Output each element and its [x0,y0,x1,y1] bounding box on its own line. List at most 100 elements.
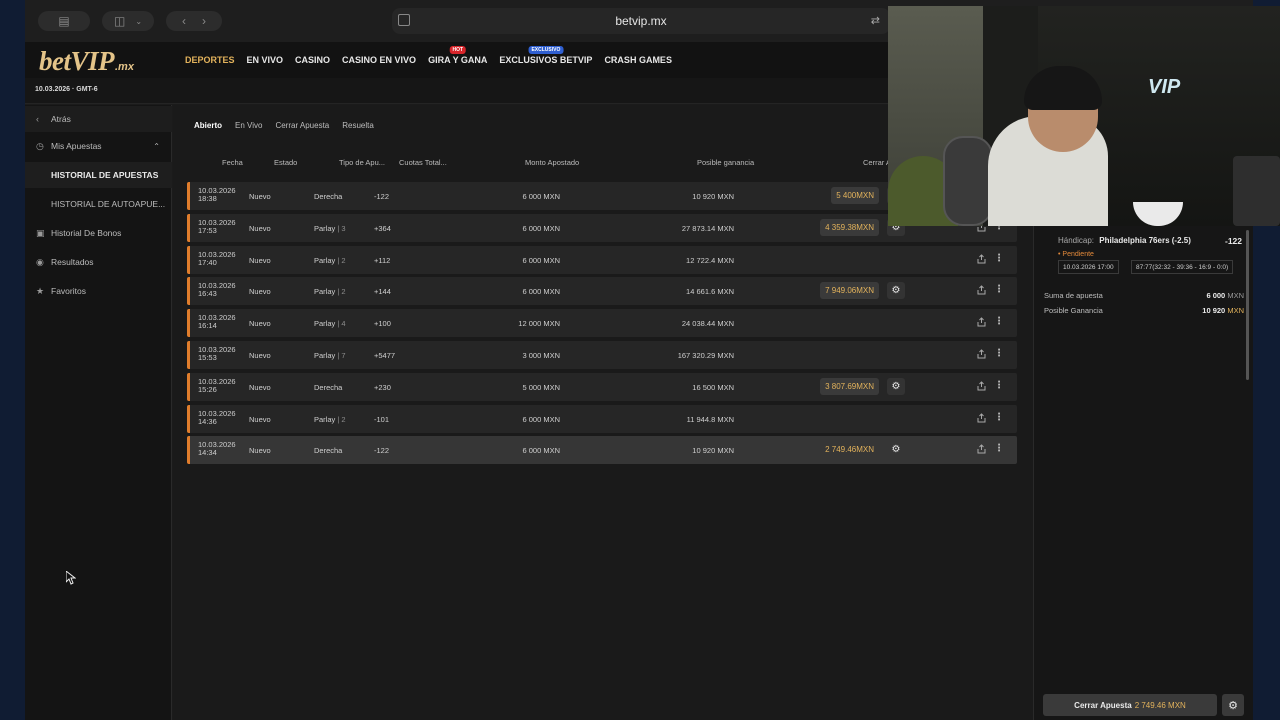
nav-crash-games[interactable]: CRASH GAMES [604,55,672,65]
bet-date: 10.03.2026 16:43 [198,282,236,298]
bet-cuota: +112 [374,255,391,265]
bet-ganancia: 16 500 MXN [692,382,734,392]
bet-ganancia: 12 722.4 MXN [686,255,734,265]
cerrar-apuesta-button[interactable]: Cerrar Apuesta 2 749.46 MXN [1043,694,1217,716]
bet-monto: 5 000 MXN [522,382,560,392]
cashout-button[interactable]: 2 749.46MXN [820,441,879,458]
bet-date-time: 15:53 [198,353,217,362]
bet-monto: 6 000 MXN [522,223,560,233]
address-bar[interactable]: betvip.mx ⇄ [392,8,890,34]
bet-row[interactable]: 10.03.2026 16:43 Nuevo Parlay | 2 +144 6 000 … [187,277,1017,306]
betvip-logo[interactable]: betVIP .mx [39,46,134,76]
bet-row[interactable]: 10.03.2026 16:14 Nuevo Parlay | 4 +100 12 000… [187,309,1017,338]
page-icon [398,14,410,26]
more-options-icon[interactable]: ⋮ [994,443,1004,454]
bet-date-time: 16:43 [198,289,217,299]
bet-estado: Nuevo [249,382,271,392]
more-options-icon[interactable]: ⋮ [994,284,1004,295]
bet-ganancia: 27 873.14 MXN [681,223,734,233]
bet-tipo: Derecha [314,383,342,392]
posible-ganancia-row: Posible Ganancia 10 920 MXN [1044,306,1244,315]
nav-gira-y-gana[interactable]: GIRA Y GANA HOT [428,46,487,65]
sidebar-item-historial-bonos[interactable]: ▣ Historial De Bonos [25,220,172,246]
bet-ganancia: 10 920 MXN [692,192,734,201]
sidebar-item-resultados[interactable]: ◉ Resultados [25,249,172,275]
nav-exclusivos-label: EXCLUSIVOS BETVIP [499,55,593,65]
detail-scrollbar[interactable] [1246,230,1249,380]
bet-date: 10.03.2026 17:53 [198,218,236,235]
bet-row[interactable]: 10.03.2026 15:26 Nuevo Derecha +230 5 000 MX… [187,372,1017,401]
cashout-settings-gear-icon[interactable]: ⚙ [887,441,905,458]
translate-icon[interactable]: ⇄ [871,14,880,27]
star-icon: ★ [36,285,45,296]
col-monto: Monto Apostado [525,158,580,167]
share-icon[interactable] [977,412,986,423]
bet-row[interactable]: 10.03.2026 14:36 Nuevo Parlay | 2 -101 6 000 … [187,404,1017,433]
bet-tipo-label: Parlay [314,414,336,424]
bet-cuota: +100 [374,319,391,329]
tab-overview-button[interactable]: ▤ [38,11,90,31]
results-icon: ◉ [36,256,44,267]
bet-row[interactable]: 10.03.2026 14:34 Nuevo Derecha -122 6 000 MX… [187,436,1017,465]
bet-date-time: 15:26 [198,384,217,394]
ganancia-value: 10 920 MXN [1202,306,1244,315]
main-nav: DEPORTES EN VIVO CASINO CASINO EN VIVO G… [185,42,684,78]
bet-date-time: 17:40 [198,257,217,267]
bet-date: 10.03.2026 15:53 [198,346,236,362]
cashout-settings-gear-icon[interactable]: ⚙ [887,377,905,395]
sidebar-item-historial-apuestas[interactable]: HISTORIAL DE APUESTAS [25,162,172,188]
cashout-settings-gear-icon[interactable]: ⚙ [1222,694,1244,716]
forward-arrow-icon[interactable]: › [202,14,206,28]
bet-cuota: +5477 [374,351,396,360]
more-options-icon[interactable]: ⋮ [994,380,1004,391]
share-icon[interactable] [977,253,986,264]
nav-exclusivos-betvip[interactable]: EXCLUSIVOS BETVIP EXCLUSIVO [499,46,593,65]
share-icon[interactable] [977,444,986,454]
sidebar-item-mis-apuestas[interactable]: ◷ Mis Apuestas ⌃ [25,133,172,159]
gift-icon: ▣ [36,227,45,238]
sidebar-item-favoritos[interactable]: ★ Favoritos [25,278,172,304]
historial-bonos-label: Historial De Bonos [51,228,122,238]
nav-casino[interactable]: CASINO [295,55,330,65]
nav-deportes[interactable]: DEPORTES [185,55,235,65]
cashout-button[interactable]: 7 949.06MXN [820,282,879,300]
tab-en-vivo[interactable]: En Vivo [235,121,262,130]
nav-en-vivo[interactable]: EN VIVO [247,55,284,65]
chevron-up-icon: ⌃ [153,141,160,151]
more-options-icon[interactable]: ⋮ [994,253,1004,264]
nav-casino-en-vivo[interactable]: CASINO EN VIVO [342,55,416,65]
cashout-button[interactable]: 3 807.69MXN [820,377,879,395]
sidebar-toggle-button[interactable]: ◫ ⌄ [102,11,154,31]
bet-monto: 6 000 MXN [522,192,560,201]
hot-badge: HOT [449,46,467,54]
cashout-settings-gear-icon[interactable]: ⚙ [887,282,905,300]
bet-cuota: -122 [374,446,390,456]
tab-abierto[interactable]: Abierto [194,121,222,130]
exclusivo-badge: EXCLUSIVO [528,46,564,54]
col-estado: Estado [274,158,298,167]
share-icon[interactable] [977,381,986,391]
sidebar-item-historial-autoapuestas[interactable]: HISTORIAL DE AUTOAPUE... [25,191,172,217]
tab-resuelta[interactable]: Resuelta [342,121,374,130]
bet-date-time: 17:53 [198,225,217,235]
more-options-icon[interactable]: ⋮ [994,316,1004,327]
bet-tipo-label: Derecha [314,382,343,392]
bet-date: 10.03.2026 14:34 [198,441,236,457]
bet-row[interactable]: 10.03.2026 17:40 Nuevo Parlay | 2 +112 6 000 … [187,245,1017,274]
bet-tipo-label: Derecha [314,192,343,201]
share-icon[interactable] [977,317,986,327]
back-arrow-icon[interactable]: ‹ [182,14,186,28]
share-icon[interactable] [977,285,986,295]
bet-row[interactable]: 10.03.2026 15:53 Nuevo Parlay | 7 +5477 3 000… [187,341,1017,369]
back-link[interactable]: ‹ Atrás [25,106,172,132]
more-options-icon[interactable]: ⋮ [994,412,1004,423]
cashout-button[interactable]: 4 359.38MXN [820,218,879,236]
cashout-button[interactable]: 5 400MXN [831,187,879,204]
tabs-icon: ▤ [58,14,70,28]
suma-unit: MXN [1227,291,1244,300]
tab-cerrar-apuesta[interactable]: Cerrar Apuesta [275,121,329,130]
webcam-chair [943,136,993,226]
more-options-icon[interactable]: ⋮ [994,348,1004,359]
historial-auto-label: HISTORIAL DE AUTOAPUE... [51,199,166,209]
share-icon[interactable] [977,349,986,359]
